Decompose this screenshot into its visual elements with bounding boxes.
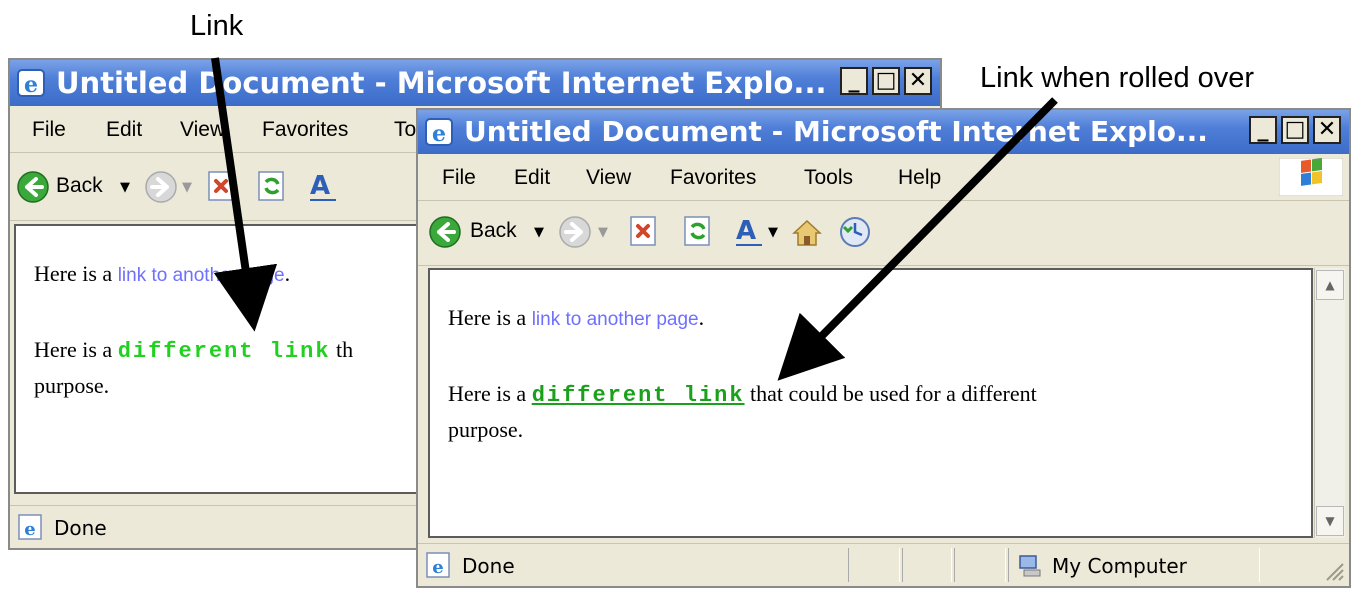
svg-text:e: e [24,72,38,98]
page-content: Here is a link to another page. Here is … [428,268,1313,538]
svg-text:e: e [24,519,35,540]
p2-suffix: that could be used for a different [744,381,1037,406]
p1-prefix: Here is a [448,305,532,330]
ie-logo-icon: e [425,118,453,147]
status-bar: e Done My Computer [418,543,1349,586]
page-done-icon: e [18,514,42,540]
ie-logo-icon: e [17,69,45,98]
my-computer-icon [1019,555,1041,577]
zone-text: My Computer [1052,554,1187,578]
menu-edit[interactable]: Edit [106,118,142,142]
home-icon[interactable] [790,215,824,249]
resize-grip-icon[interactable] [1321,558,1345,582]
minimize-button[interactable]: _ [840,67,868,95]
svg-text:e: e [432,557,443,578]
text-size-icon[interactable]: A [734,215,764,249]
back-dropdown-icon[interactable]: ▼ [120,180,130,195]
scroll-down-arrow-icon[interactable]: ▼ [1316,506,1344,536]
annotation-rollover-label: Link when rolled over [980,62,1255,94]
forward-dropdown-icon[interactable]: ▼ [182,180,192,195]
window-title: Untitled Document - Microsoft Internet E… [464,115,1208,148]
paragraph-1: Here is a link to another page. [34,256,290,294]
browser-window-front: e Untitled Document - Microsoft Internet… [416,108,1351,588]
different-link[interactable]: different link [532,383,745,408]
page-done-icon: e [426,552,450,578]
svg-text:e: e [432,121,446,147]
p1-suffix: . [284,261,291,286]
stop-icon[interactable] [206,170,238,202]
back-arrow-icon[interactable] [428,215,462,249]
back-dropdown-icon[interactable]: ▼ [534,225,544,240]
windows-logo-icon [1279,158,1343,196]
menu-file[interactable]: File [32,118,66,142]
menu-bar: File Edit View Favorites Tools Help [418,156,1349,201]
svg-text:A: A [310,171,330,201]
menu-view[interactable]: View [180,118,225,142]
menu-edit[interactable]: Edit [514,166,550,190]
p2-prefix: Here is a [34,337,118,362]
status-cell [902,548,952,582]
forward-arrow-icon[interactable] [558,215,592,249]
paragraph-2-line2: purpose. [448,417,524,442]
history-icon[interactable] [838,215,872,249]
p1-suffix: . [698,305,705,330]
text-size-icon[interactable]: A [308,170,338,204]
annotation-link-label: Link [190,10,244,42]
minimize-button[interactable]: _ [1249,116,1277,144]
status-cell [954,548,1006,582]
maximize-button[interactable]: □ [872,67,900,95]
paragraph-2-line2: purpose. [34,373,110,398]
vertical-scrollbar[interactable]: ▲ ▼ [1314,268,1345,538]
menu-tools[interactable]: Tools [804,166,853,190]
scroll-up-arrow-icon[interactable]: ▲ [1316,270,1344,300]
p2-suffix: th [330,337,354,362]
menu-help[interactable]: Help [898,166,941,190]
forward-dropdown-icon[interactable]: ▼ [598,225,608,240]
paragraph-1: Here is a link to another page. [448,300,704,338]
menu-file[interactable]: File [442,166,476,190]
refresh-icon[interactable] [682,215,714,247]
toolbar: Back ▼ ▼ A ▼ [418,201,1349,266]
title-bar[interactable]: e Untitled Document - Microsoft Internet… [418,110,1349,154]
back-button-label[interactable]: Back [56,174,103,198]
menu-favorites[interactable]: Favorites [262,118,348,142]
text-size-dropdown-icon[interactable]: ▼ [768,225,778,240]
svg-text:A: A [736,216,756,246]
forward-arrow-icon[interactable] [144,170,178,204]
paragraph-2: Here is a different link th [34,332,353,370]
maximize-button[interactable]: □ [1281,116,1309,144]
menu-tools[interactable]: To [394,118,416,142]
different-link[interactable]: different link [118,339,331,364]
close-button[interactable]: ✕ [1313,116,1341,144]
link-to-another-page[interactable]: link to another page [532,309,699,330]
menu-favorites[interactable]: Favorites [670,166,756,190]
back-arrow-icon[interactable] [16,170,50,204]
status-cell [848,548,900,582]
title-bar[interactable]: e Untitled Document - Microsoft Internet… [10,60,940,106]
p1-prefix: Here is a [34,261,118,286]
status-text: Done [462,554,515,578]
p2-prefix: Here is a [448,381,532,406]
refresh-icon[interactable] [256,170,288,202]
window-title: Untitled Document - Microsoft Internet E… [56,66,827,100]
status-text: Done [54,516,107,540]
menu-view[interactable]: View [586,166,631,190]
back-button-label[interactable]: Back [470,219,517,243]
stop-icon[interactable] [628,215,660,247]
close-button[interactable]: ✕ [904,67,932,95]
paragraph-2: Here is a different link that could be u… [448,376,1037,414]
link-to-another-page[interactable]: link to another page [118,265,285,286]
